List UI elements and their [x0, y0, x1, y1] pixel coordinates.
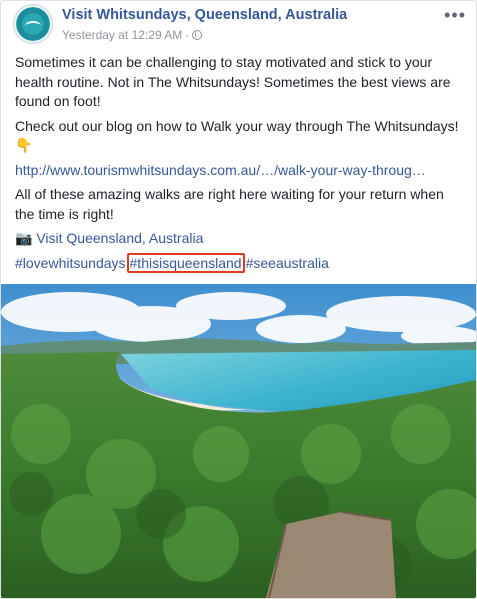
location-tag-link[interactable]: Visit Queensland, Australia	[36, 230, 203, 246]
post-timestamp[interactable]: Yesterday at 12:29 AM	[62, 28, 182, 42]
globe-icon[interactable]	[192, 30, 203, 40]
hashtag-thisisqueensland-highlighted[interactable]: #thisisqueensland	[126, 252, 245, 273]
post-paragraph-closing: All of these amazing walks are right her…	[15, 186, 444, 222]
hashtag-row: #lovewhitsundays #thisisqueensland #seeaus…	[15, 252, 465, 274]
post-photo[interactable]	[1, 284, 476, 598]
page-avatar[interactable]	[13, 4, 53, 44]
page-name-link[interactable]: Visit Whitsundays, Queensland, Australia	[62, 7, 347, 23]
post-paragraph-1: Sometimes it can be challenging to stay …	[15, 54, 451, 109]
camera-emoji-icon: 📷	[15, 230, 33, 246]
blog-link[interactable]: http://www.tourismwhitsundays.com.au/…/w…	[15, 162, 426, 178]
post-meta: Yesterday at 12:29 AM ·	[62, 28, 203, 42]
avatar-wave-icon	[25, 21, 41, 31]
post-header: Visit Whitsundays, Queensland, Australia…	[1, 1, 476, 47]
more-options-icon[interactable]: •••	[444, 5, 466, 26]
post-paragraph-2: Check out our blog on how to Walk your w…	[15, 117, 459, 154]
hashtag-seeaustralia[interactable]: #seeaustralia	[246, 255, 329, 271]
post-body: Sometimes it can be challenging to stay …	[15, 53, 465, 278]
facebook-post-card: Visit Whitsundays, Queensland, Australia…	[0, 0, 477, 599]
meta-separator: ·	[185, 28, 190, 42]
hashtag-lovewhitsundays[interactable]: #lovewhitsundays	[15, 255, 126, 271]
